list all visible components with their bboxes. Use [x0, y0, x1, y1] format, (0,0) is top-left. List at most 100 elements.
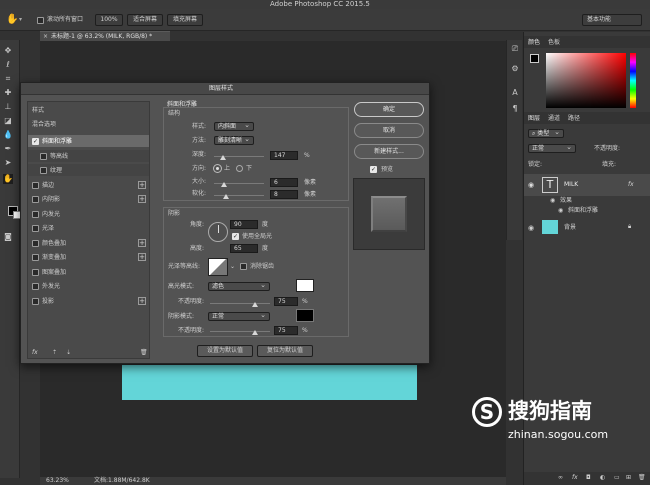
healing-tool-icon[interactable]: ✚ — [3, 88, 13, 98]
highlight-opacity-track[interactable] — [210, 303, 270, 304]
style-item-checkbox[interactable] — [40, 152, 47, 160]
lasso-tool-icon[interactable]: ℓ — [3, 60, 13, 70]
style-list-item[interactable]: 颜色叠加 + — [28, 237, 149, 249]
fg-color-chip[interactable] — [530, 54, 539, 63]
add-effect-instance-icon[interactable]: + — [138, 180, 146, 189]
tab-paths[interactable]: 路径 — [568, 116, 580, 122]
visibility-eye-icon[interactable]: ◉ — [528, 224, 534, 232]
visibility-eye-icon[interactable]: ◉ — [558, 207, 563, 214]
new-layer-icon[interactable]: ⊞ — [626, 475, 631, 481]
depth-slider-knob[interactable] — [220, 155, 226, 160]
layer-row-milk[interactable]: ◉ T MILK fx — [524, 174, 650, 196]
tool-preset-arrow-icon[interactable]: ▾ — [19, 17, 22, 23]
document-tab[interactable]: × 未标题-1 @ 63.2% (MILK, RGB/8) * — [40, 31, 170, 41]
new-group-icon[interactable]: ▭ — [614, 475, 620, 481]
blend-options-link[interactable]: 混合选项 — [32, 122, 56, 128]
altitude-input[interactable]: 65 — [230, 244, 258, 253]
style-list-item[interactable]: 内阴影 + — [28, 193, 149, 205]
delete-layer-icon[interactable]: 🗑︎ — [638, 475, 646, 481]
new-style-button[interactable]: 新建样式... — [354, 144, 424, 159]
contour-dropdown-icon[interactable]: ⌄ — [230, 264, 235, 270]
technique-select[interactable]: 雕刻清晰 — [214, 136, 254, 145]
depth-input[interactable]: 147 — [270, 151, 298, 160]
style-list-item[interactable]: 图案叠加 — [28, 266, 149, 278]
style-item-checkbox[interactable] — [32, 181, 39, 189]
gloss-contour-picker[interactable] — [208, 258, 228, 276]
shadow-opacity-input[interactable]: 75 — [274, 326, 298, 335]
workspace-switcher[interactable]: 基本功能 — [582, 14, 642, 26]
add-effect-instance-icon[interactable]: + — [138, 296, 146, 305]
style-item-checkbox[interactable] — [40, 167, 47, 174]
make-default-button[interactable]: 设置为默认值 — [197, 345, 253, 357]
soften-input[interactable]: 8 — [270, 190, 298, 199]
style-list-item[interactable]: 斜面和浮雕 — [28, 135, 149, 147]
style-list-item[interactable]: 内发光 — [28, 208, 149, 220]
properties-panel-icon[interactable]: ⚙ — [510, 64, 520, 74]
hand-tool-icon[interactable]: ✋ — [3, 174, 13, 184]
cancel-button[interactable]: 取消 — [354, 123, 424, 138]
styles-link[interactable]: 样式 — [32, 108, 44, 114]
add-effect-instance-icon[interactable]: + — [138, 253, 146, 261]
size-slider-knob[interactable] — [221, 182, 227, 187]
soften-slider-knob[interactable] — [223, 194, 229, 199]
shadow-color-swatch[interactable] — [296, 309, 314, 322]
fit-screen-button[interactable]: 适合屏幕 — [127, 14, 163, 26]
style-item-checkbox[interactable] — [32, 225, 39, 232]
move-up-icon[interactable]: ⇡ — [52, 350, 57, 356]
add-mask-icon[interactable]: ◘ — [586, 475, 591, 481]
dialog-titlebar[interactable]: 图层样式 — [21, 83, 429, 95]
tab-color[interactable]: 颜色 — [528, 40, 540, 46]
add-effect-instance-icon[interactable]: + — [138, 195, 146, 203]
style-list-item[interactable]: 等高线 — [28, 149, 149, 162]
ok-button[interactable]: 确定 — [354, 102, 424, 117]
soften-slider-track[interactable] — [214, 195, 264, 196]
style-list-item[interactable]: 光泽 — [28, 222, 149, 234]
move-down-icon[interactable]: ⇣ — [66, 350, 71, 356]
style-item-checkbox[interactable] — [32, 283, 39, 290]
size-input[interactable]: 6 — [270, 178, 298, 187]
move-tool-icon[interactable]: ✥ — [3, 46, 13, 56]
shadow-opacity-knob[interactable] — [252, 330, 258, 335]
blur-tool-icon[interactable]: 💧 — [3, 130, 13, 140]
link-layers-icon[interactable]: ∞ — [558, 475, 563, 481]
tab-swatches[interactable]: 色板 — [548, 40, 560, 46]
direction-down-radio[interactable] — [236, 165, 243, 172]
layer-effects-row[interactable]: ◉ 效果 — [524, 196, 650, 206]
path-select-tool-icon[interactable]: ➤ — [3, 158, 13, 168]
history-panel-icon[interactable]: ⎚ — [510, 44, 520, 54]
direction-up-radio[interactable] — [214, 165, 221, 172]
crop-tool-icon[interactable]: ⌗ — [3, 74, 13, 84]
style-item-checkbox[interactable] — [32, 239, 39, 247]
highlight-color-swatch[interactable] — [296, 279, 314, 292]
style-item-checkbox[interactable] — [32, 297, 39, 305]
style-list-item[interactable]: 投影 + — [28, 295, 149, 307]
add-style-icon[interactable]: fx — [572, 475, 578, 481]
hand-tool-icon[interactable]: ✋ — [6, 14, 18, 25]
quick-mask-icon[interactable]: ◙ — [3, 232, 13, 242]
highlight-mode-select[interactable]: 滤色 — [208, 282, 270, 291]
zoom-100-button[interactable]: 100% — [95, 14, 123, 26]
global-light-checkbox[interactable] — [232, 233, 239, 240]
style-list-item[interactable]: 外发光 — [28, 280, 149, 292]
paragraph-panel-icon[interactable]: ¶ — [510, 104, 520, 114]
color-picker-field[interactable] — [546, 53, 626, 108]
preview-checkbox[interactable] — [370, 166, 377, 173]
visibility-eye-icon[interactable]: ◉ — [528, 181, 534, 189]
blend-mode-select[interactable]: 正常 — [528, 144, 576, 153]
shadow-opacity-track[interactable] — [210, 331, 270, 332]
highlight-opacity-input[interactable]: 75 — [274, 297, 298, 306]
reset-default-button[interactable]: 复位为默认值 — [257, 345, 313, 357]
add-effect-instance-icon[interactable]: + — [138, 238, 146, 247]
pen-tool-icon[interactable]: ✒ — [3, 144, 13, 154]
fx-menu-icon[interactable]: fx — [32, 350, 38, 356]
style-item-checkbox[interactable] — [32, 210, 39, 218]
style-item-checkbox[interactable] — [32, 254, 39, 261]
style-item-checkbox[interactable] — [32, 268, 39, 276]
highlight-opacity-knob[interactable] — [252, 302, 258, 307]
angle-input[interactable]: 90 — [230, 220, 258, 229]
delete-effect-icon[interactable]: 🗑︎ — [140, 350, 148, 356]
style-item-checkbox[interactable] — [32, 138, 39, 145]
visibility-eye-icon[interactable]: ◉ — [550, 197, 555, 204]
anti-alias-checkbox[interactable] — [240, 263, 247, 270]
style-list-item[interactable]: 纹理 — [28, 164, 149, 176]
